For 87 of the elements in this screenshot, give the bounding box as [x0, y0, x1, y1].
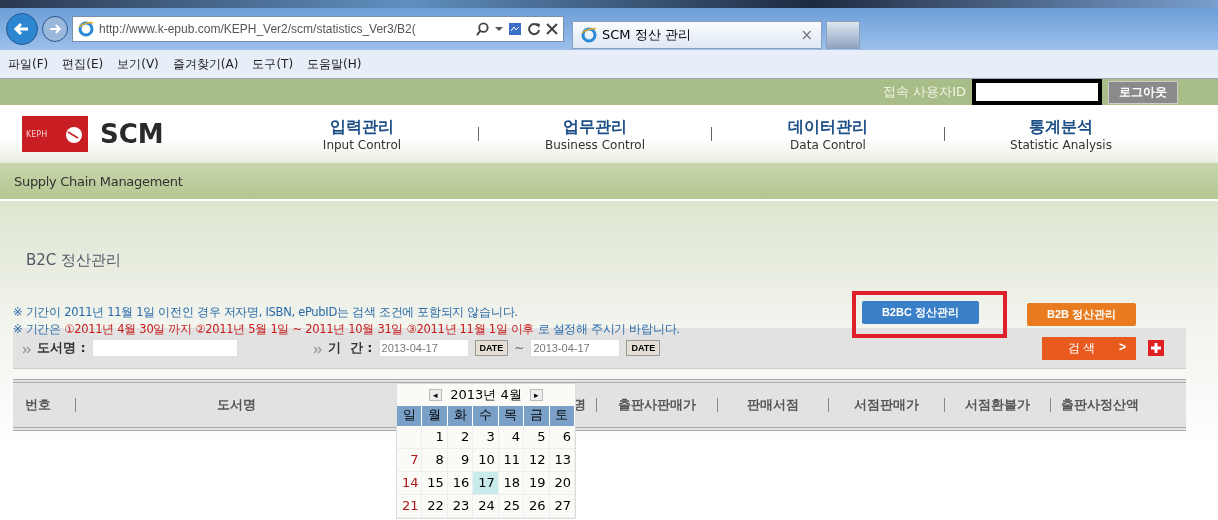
calendar-day[interactable]: 7 [397, 449, 423, 472]
right-arrow-icon [47, 21, 63, 37]
calendar-day[interactable]: 12 [524, 449, 550, 472]
calendar-day[interactable]: 2 [447, 426, 474, 449]
calendar-day[interactable]: 11 [498, 449, 525, 472]
page-title: B2C 정산관리 [25, 250, 123, 271]
period-label: 기 간 : [327, 339, 373, 357]
calendar-day[interactable]: 1 [422, 426, 448, 449]
menu-item[interactable]: 편집(E) [62, 55, 104, 73]
mode-button[interactable]: B2BC 정산관리 [861, 301, 979, 324]
calendar-day[interactable]: 9 [447, 449, 474, 472]
menu-item[interactable]: 파일(F) [8, 55, 49, 73]
search-button[interactable]: 검 색 > [1041, 336, 1136, 360]
menu-item[interactable]: 즐겨찾기(A) [172, 55, 239, 73]
back-button[interactable] [6, 13, 38, 45]
calendar-day[interactable]: 26 [524, 495, 550, 518]
book-title-field[interactable] [91, 339, 238, 357]
calendar-day[interactable]: 21 [397, 495, 423, 518]
logo-book-icon: KEPH [22, 116, 88, 152]
start-date-field[interactable]: 2013-04-17 [378, 339, 469, 357]
nav-menu-item[interactable]: 데이터관리 Data Control [748, 116, 908, 152]
date-picker-button[interactable]: DATE [626, 340, 661, 356]
double-chevron-icon [313, 345, 322, 354]
caret-icon[interactable] [495, 25, 503, 33]
notice-text: ※ 기간은 ①2011년 4월 30일 까지 ②2011년 5월 1일 ~ 2011년 10월 31일 ③2011년 11월 1일 이후 로 설정해 주시기 바랍니다. [13, 321, 681, 338]
search-icon[interactable] [475, 21, 490, 37]
menu-item[interactable]: 보기(V) [117, 55, 159, 73]
tab-title: SCM 정산 관리 [602, 26, 692, 44]
calendar-day[interactable]: 3 [473, 426, 499, 449]
calendar-day[interactable]: 5 [524, 426, 550, 449]
next-month-button[interactable]: ▸ [529, 389, 543, 401]
calendar-day[interactable]: 23 [447, 495, 474, 518]
tagline: Supply Chain Management [13, 173, 183, 189]
calendar-day[interactable]: 8 [422, 449, 448, 472]
calendar-day[interactable]: 15 [422, 472, 448, 495]
end-date-field[interactable]: 2013-04-17 [530, 339, 621, 357]
weekday-header: 토 [549, 406, 575, 426]
book-title-label: 도서명 : [37, 339, 86, 357]
calendar-day[interactable]: 24 [473, 495, 499, 518]
browser-logo-icon [78, 21, 94, 37]
calendar-day[interactable]: 19 [524, 472, 550, 495]
date-picker-button[interactable]: DATE [474, 340, 509, 356]
column-header: 출판사판매가 [617, 396, 697, 414]
weekday-header: 일 [397, 406, 423, 426]
column-header: 도서명 [215, 396, 257, 414]
weekday-header: 월 [422, 406, 448, 426]
notice-text: ※ 기간이 2011년 11월 1일 이전인 경우 저자명, ISBN, ePubID는 검색 조건에 포함되지 않습니다. [13, 304, 519, 321]
column-header: 서점환불가 [964, 396, 1031, 414]
previous-month-button[interactable]: ◂ [429, 389, 443, 401]
column-header: 번호 [25, 396, 52, 414]
weekday-header: 화 [447, 406, 474, 426]
calendar-day[interactable]: 25 [498, 495, 525, 518]
calendar-day[interactable]: 14 [397, 472, 423, 495]
add-icon[interactable] [1148, 340, 1164, 356]
calendar-day[interactable]: 17 [473, 472, 499, 495]
url-text: http://www.k-epub.com/KEPH_Ver2/scm/statistics_Ver3/B2( [99, 22, 417, 36]
calendar-month-title: 2013년 4월 [450, 386, 522, 404]
calendar-day[interactable]: 6 [549, 426, 575, 449]
weekday-header: 수 [473, 406, 499, 426]
user-id-label: 접속 사용자ID [883, 83, 966, 101]
double-chevron-icon [23, 345, 31, 354]
calendar-day[interactable]: 22 [422, 495, 448, 518]
column-header: 서점판매가 [853, 396, 920, 414]
close-icon[interactable] [546, 23, 558, 35]
tab-close-button[interactable]: × [800, 26, 813, 44]
forward-button[interactable] [42, 16, 68, 42]
column-header: 출판사정산액 [1061, 396, 1139, 414]
calendar-day[interactable]: 27 [549, 495, 575, 518]
calendar-day[interactable]: 18 [498, 472, 525, 495]
weekday-header: 금 [524, 406, 550, 426]
range-separator: ~ [514, 341, 525, 355]
calendar-day[interactable]: 20 [549, 472, 575, 495]
nav-menu-item[interactable]: 입력관리 Input Control [282, 116, 442, 152]
logo-text: SCM [100, 119, 164, 149]
menu-item[interactable]: 도움말(H) [307, 55, 362, 73]
calendar-day[interactable]: 4 [498, 426, 525, 449]
browser-tab[interactable]: SCM 정산 관리 × [572, 21, 822, 49]
compatibility-view-icon[interactable] [508, 22, 522, 36]
menu-item[interactable]: 도구(T) [252, 55, 294, 73]
calendar-day[interactable]: 13 [549, 449, 575, 472]
column-header: 판매서점 [746, 396, 800, 414]
refresh-icon[interactable] [527, 22, 541, 36]
weekday-header: 목 [498, 406, 525, 426]
nav-menu-item[interactable]: 업무관리 Business Control [515, 116, 675, 152]
nav-menu-item[interactable]: 통계분석 Statistic Analysis [981, 116, 1141, 152]
browser-logo-icon [581, 27, 597, 43]
address-bar[interactable]: http://www.k-epub.com/KEPH_Ver2/scm/statistics_Ver3/B2( [72, 16, 564, 42]
